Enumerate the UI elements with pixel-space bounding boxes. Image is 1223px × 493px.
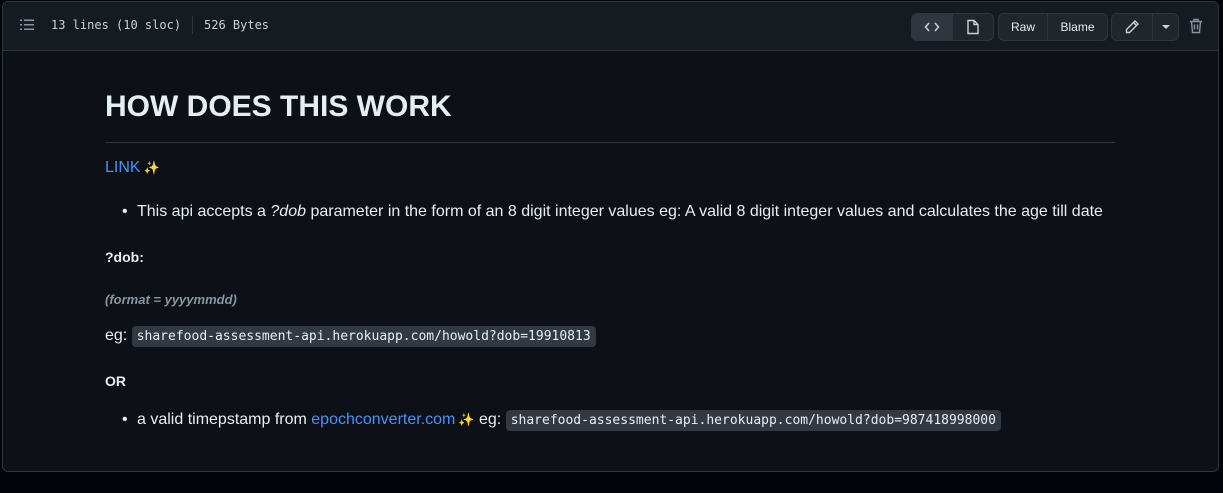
- meta-divider: [192, 16, 193, 34]
- example-code-2: sharefood-assessment-api.herokuapp.com/h…: [505, 410, 1001, 431]
- or-label: OR: [105, 373, 126, 389]
- blame-button[interactable]: Blame: [1047, 14, 1107, 40]
- trash-icon: [1190, 18, 1202, 34]
- edit-group: [1111, 13, 1179, 41]
- code-icon: [924, 22, 940, 32]
- bullet-text-start: This api accepts a: [137, 203, 271, 220]
- bullet-text-end: parameter in the form of an 8 digit inte…: [306, 203, 1103, 220]
- example-line: eg: sharefood-assessment-api.herokuapp.c…: [105, 326, 596, 347]
- raw-button[interactable]: Raw: [999, 14, 1047, 40]
- sparkles-icon: ✨: [143, 160, 160, 175]
- bullet2-eg: eg:: [474, 411, 506, 428]
- code-view-button[interactable]: [912, 14, 952, 40]
- pencil-icon: [1125, 20, 1139, 34]
- title-rule: [105, 142, 1115, 143]
- epochconverter-link[interactable]: epochconverter.com: [311, 411, 455, 428]
- outline-icon[interactable]: [18, 16, 36, 34]
- delete-button[interactable]: [1187, 15, 1205, 37]
- triangle-down-icon: [1161, 25, 1170, 29]
- line-count: 13 lines (10 sloc): [51, 18, 182, 32]
- format-note: (format = yyyymmdd): [105, 292, 237, 307]
- dob-label: ?dob:: [105, 249, 144, 265]
- edit-button[interactable]: [1112, 14, 1152, 40]
- bullet-text: a valid timepstamp from epochconverter.c…: [137, 410, 1001, 431]
- view-toggle: [911, 13, 994, 41]
- file-icon: [967, 19, 979, 35]
- file-size: 526 Bytes: [204, 18, 270, 32]
- dob-param: ?dob: [270, 203, 306, 220]
- preview-button[interactable]: [952, 14, 993, 40]
- bullet2-text: a valid timepstamp from: [137, 411, 312, 428]
- eg-label: eg:: [105, 327, 128, 344]
- file-header: 13 lines (10 sloc) 526 Bytes Raw Blame: [3, 2, 1218, 51]
- edit-dropdown-button[interactable]: [1152, 14, 1178, 40]
- bullet-dot: •: [122, 203, 128, 220]
- readme-title: HOW DOES THIS WORK: [105, 90, 452, 123]
- bullet-text: This api accepts a ?dob parameter in the…: [137, 203, 1103, 221]
- raw-blame-group: Raw Blame: [998, 13, 1108, 41]
- link-anchor[interactable]: LINK: [105, 159, 141, 176]
- bullet-dot: •: [122, 411, 128, 428]
- example-code-1: sharefood-assessment-api.herokuapp.com/h…: [131, 326, 596, 347]
- sparkles-icon: ✨: [458, 412, 475, 427]
- file-viewer: 13 lines (10 sloc) 526 Bytes Raw Blame H…: [2, 1, 1219, 472]
- link-line: LINK ✨: [105, 159, 160, 177]
